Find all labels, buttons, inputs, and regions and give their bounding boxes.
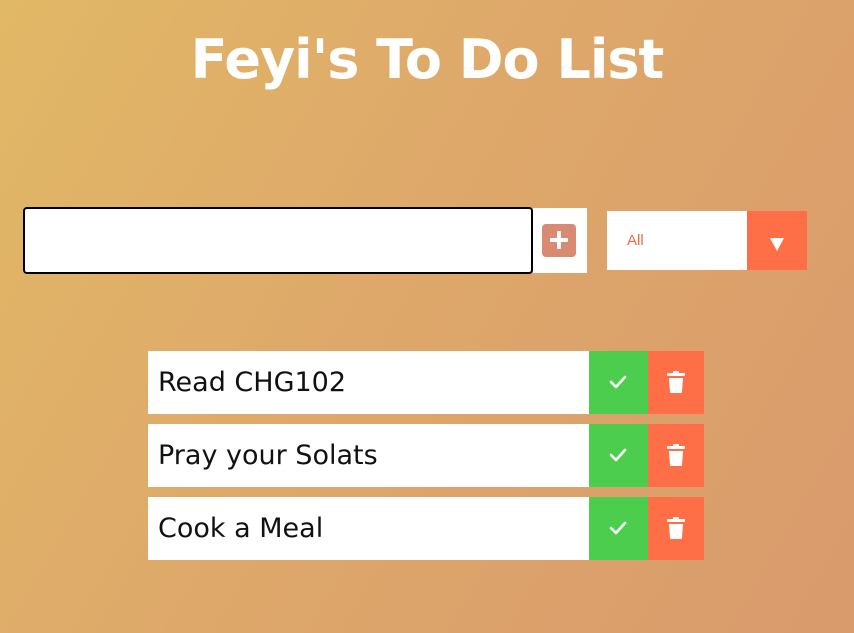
check-icon <box>609 521 627 535</box>
delete-button[interactable] <box>648 351 704 414</box>
filter-dropdown-button[interactable] <box>747 211 807 270</box>
todo-input[interactable] <box>23 207 533 274</box>
add-todo-button[interactable] <box>533 208 587 273</box>
filter-selected-value: All <box>627 232 644 249</box>
complete-button[interactable] <box>589 497 648 560</box>
check-icon <box>609 375 627 389</box>
todo-item: Read CHG102 <box>148 351 704 414</box>
check-icon <box>609 448 627 462</box>
page-title: Feyi's To Do List <box>190 28 665 91</box>
complete-button[interactable] <box>589 351 648 414</box>
todo-text: Read CHG102 <box>158 367 347 398</box>
todo-form <box>23 207 587 274</box>
filter-select[interactable]: All <box>607 211 807 270</box>
trash-icon <box>667 444 685 466</box>
delete-button[interactable] <box>648 497 704 560</box>
todo-item: Cook a Meal <box>148 497 704 560</box>
delete-button[interactable] <box>648 424 704 487</box>
todo-text: Pray your Solats <box>158 440 378 471</box>
todo-list: Read CHG102 Pray your Solats Cook a Meal <box>148 351 704 570</box>
trash-icon <box>667 371 685 393</box>
todo-item: Pray your Solats <box>148 424 704 487</box>
complete-button[interactable] <box>589 424 648 487</box>
plus-icon <box>542 224 576 257</box>
todo-text: Cook a Meal <box>158 513 324 544</box>
trash-icon <box>667 517 685 539</box>
caret-down-icon <box>770 238 784 251</box>
